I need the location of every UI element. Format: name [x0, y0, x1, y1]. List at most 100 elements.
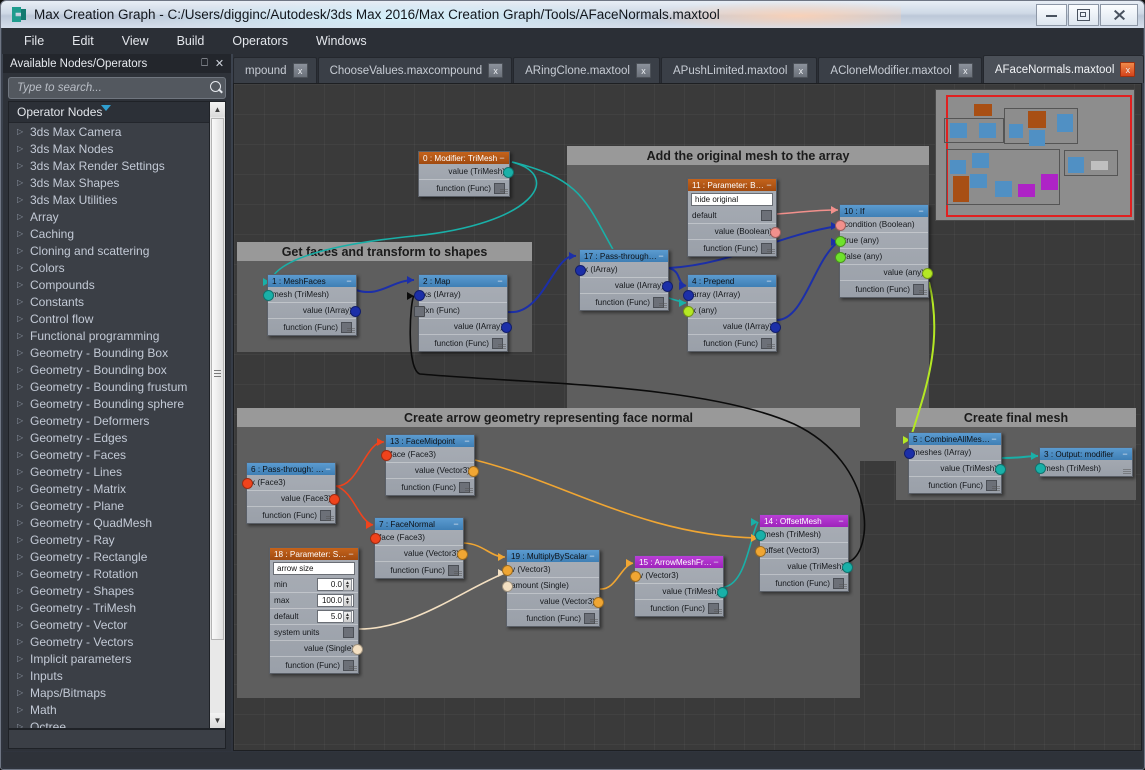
node-row[interactable]: function (Func) [688, 335, 776, 351]
expand-arrow-icon[interactable]: ▷ [17, 161, 30, 170]
node-17[interactable]: 17 : Pass-through: ...−x (IArray)value (… [579, 249, 669, 311]
output-port[interactable] [352, 644, 363, 655]
menu-operators[interactable]: Operators [220, 31, 300, 51]
tab-item[interactable]: mpoundx [233, 57, 317, 83]
node-row[interactable]: function (Func) [760, 575, 848, 591]
resize-grip[interactable] [326, 516, 334, 522]
node-row[interactable]: x (IArray) [580, 262, 668, 278]
node-row[interactable]: x (Face3) [247, 475, 335, 491]
tree-item[interactable]: ▷Geometry - QuadMesh [9, 514, 209, 531]
node-row[interactable]: condition (Boolean) [840, 217, 928, 233]
tree-item[interactable]: ▷Geometry - Vectors [9, 633, 209, 650]
node-name-field[interactable]: arrow size [273, 562, 355, 575]
tab-close-icon[interactable]: x [488, 63, 503, 78]
node-row[interactable]: array (IArray) [688, 287, 776, 303]
expand-arrow-icon[interactable]: ▷ [17, 297, 30, 306]
tree-item[interactable]: ▷Geometry - Rotation [9, 565, 209, 582]
spinner-arrows-icon[interactable]: ▲▼ [343, 579, 352, 591]
node-row[interactable]: value (TriMesh) [760, 559, 848, 575]
resize-grip[interactable] [349, 666, 357, 672]
expand-arrow-icon[interactable]: ▷ [17, 178, 30, 187]
tab-item[interactable]: ChooseValues.maxcompoundx [318, 57, 513, 83]
resize-grip[interactable] [500, 189, 508, 195]
tree-item[interactable]: ▷Constants [9, 293, 209, 310]
output-port[interactable] [593, 597, 604, 608]
output-port[interactable] [457, 549, 468, 560]
node-row[interactable]: function (Func) [507, 610, 599, 626]
node-row[interactable]: value (IArray) [419, 319, 507, 335]
node-row[interactable]: v (Vector3) [507, 562, 599, 578]
node-2[interactable]: 2 : Map−xs (IArray)fxn (Func)value (IArr… [418, 274, 508, 352]
node-row[interactable]: function (Func) [635, 600, 723, 616]
node-row[interactable]: value (IArray) [580, 278, 668, 294]
node-row[interactable]: value (IArray) [268, 303, 356, 319]
minimize-icon[interactable]: − [452, 521, 460, 527]
input-port[interactable] [835, 220, 846, 231]
resize-grip[interactable] [767, 344, 775, 350]
input-port[interactable] [683, 306, 694, 317]
expand-arrow-icon[interactable]: ▷ [17, 586, 30, 595]
tab-close-icon[interactable]: x [793, 63, 808, 78]
minimize-icon[interactable]: − [498, 155, 506, 161]
node-7[interactable]: 7 : FaceNormal−face (Face3)value (Vector… [374, 517, 464, 579]
resize-grip[interactable] [714, 609, 722, 615]
node-row[interactable]: false (any) [840, 249, 928, 265]
expand-arrow-icon[interactable]: ▷ [17, 331, 30, 340]
checkbox[interactable] [343, 627, 354, 638]
node-header[interactable]: 18 : Parameter: Sin...− [270, 548, 358, 560]
node-11[interactable]: 11 : Parameter: Bo...−hide originaldefau… [687, 178, 777, 257]
expand-arrow-icon[interactable]: ▷ [17, 450, 30, 459]
tree-header[interactable]: Operator Nodes [9, 102, 209, 123]
expand-arrow-icon[interactable]: ▷ [17, 229, 30, 238]
node-header[interactable]: 2 : Map− [419, 275, 507, 287]
spinner-arrows-icon[interactable]: ▲▼ [343, 611, 352, 623]
restore-button[interactable] [1068, 4, 1099, 26]
node-row[interactable]: value (Face3) [247, 491, 335, 507]
node-row[interactable]: value (Single) [270, 641, 358, 657]
node-0[interactable]: 0 : Modifier: TriMesh−value (TriMesh)fun… [418, 151, 510, 197]
expand-arrow-icon[interactable]: ▷ [17, 688, 30, 697]
tree-item[interactable]: ▷Geometry - Edges [9, 429, 209, 446]
tree-item[interactable]: ▷Colors [9, 259, 209, 276]
node-header[interactable]: 10 : If− [840, 205, 928, 217]
expand-arrow-icon[interactable]: ▷ [17, 603, 30, 612]
tree-item[interactable]: ▷3ds Max Render Settings [9, 157, 209, 174]
tree-scrollbar[interactable]: ▲ ▼ [209, 102, 225, 728]
resize-grip[interactable] [839, 584, 847, 590]
node-row[interactable]: function (Func) [247, 507, 335, 523]
minimize-icon[interactable]: − [324, 466, 332, 472]
tab-item[interactable]: ARingClone.maxtoolx [513, 57, 660, 83]
resize-grip[interactable] [1123, 469, 1131, 475]
node-row[interactable]: value (Vector3) [375, 546, 463, 562]
tree-item[interactable]: ▷Implicit parameters [9, 650, 209, 667]
menu-edit[interactable]: Edit [60, 31, 106, 51]
tree-item[interactable]: ▷Geometry - Bounding Box [9, 344, 209, 361]
menu-build[interactable]: Build [165, 31, 217, 51]
input-port[interactable] [835, 236, 846, 247]
expand-arrow-icon[interactable]: ▷ [17, 127, 30, 136]
expand-arrow-icon[interactable]: ▷ [17, 365, 30, 374]
tree-item[interactable]: ▷Compounds [9, 276, 209, 293]
input-port[interactable] [683, 290, 694, 301]
node-row[interactable]: mesh (TriMesh) [268, 287, 356, 303]
expand-arrow-icon[interactable]: ▷ [17, 654, 30, 663]
param-spinner[interactable]: 0.0▲▼ [317, 578, 354, 591]
node-row[interactable]: function (Func) [268, 319, 356, 335]
minimize-icon[interactable]: − [837, 518, 845, 524]
tree-item[interactable]: ▷3ds Max Utilities [9, 191, 209, 208]
resize-grip[interactable] [454, 571, 462, 577]
input-port[interactable] [1035, 463, 1046, 474]
tree-item[interactable]: ▷Geometry - Lines [9, 463, 209, 480]
node-1[interactable]: 1 : MeshFaces−mesh (TriMesh)value (IArra… [267, 274, 357, 336]
node-10[interactable]: 10 : If−condition (Boolean)true (any)fal… [839, 204, 929, 298]
expand-arrow-icon[interactable]: ▷ [17, 501, 30, 510]
node-row[interactable]: function (Func) [386, 479, 474, 495]
panel-close-icon[interactable]: ✕ [212, 56, 227, 71]
node-19[interactable]: 19 : MultiplyByScalar−v (Vector3)amount … [506, 549, 600, 627]
node-6[interactable]: 6 : Pass-through: F...−x (Face3)value (F… [246, 462, 336, 524]
tree-item[interactable]: ▷Functional programming [9, 327, 209, 344]
node-header[interactable]: 14 : OffsetMesh− [760, 515, 848, 527]
tree-item[interactable]: ▷Geometry - Plane [9, 497, 209, 514]
resize-grip[interactable] [919, 290, 927, 296]
minimize-icon[interactable]: − [347, 551, 355, 557]
